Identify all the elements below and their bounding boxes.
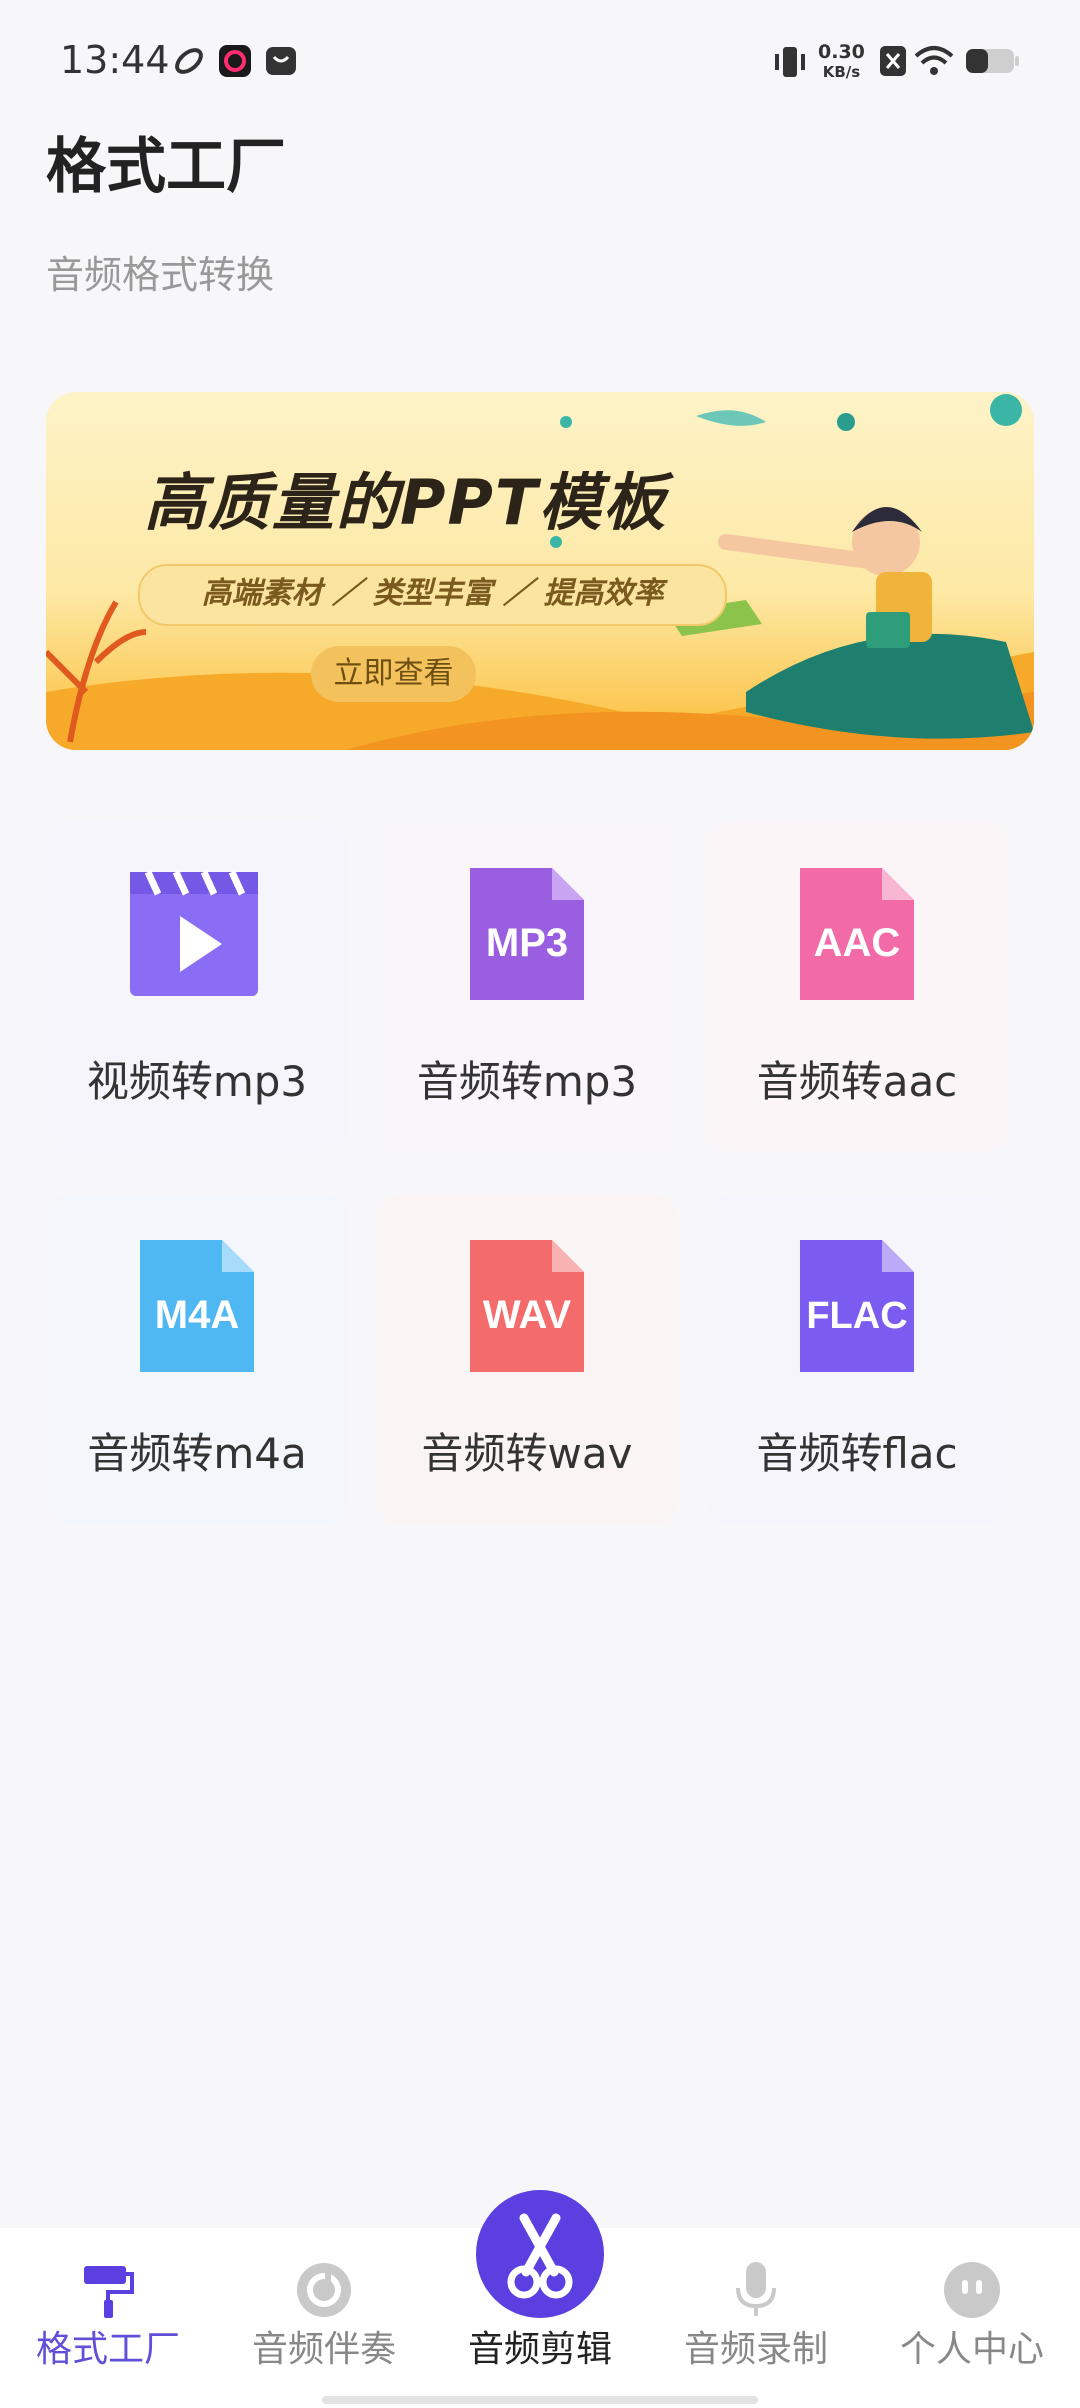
svg-text:M4A: M4A (155, 1293, 239, 1337)
aac-file-icon: AAC (800, 868, 914, 1000)
svg-text:FLAC: FLAC (806, 1295, 907, 1337)
wav-file-icon: WAV (470, 1240, 584, 1372)
music-disc-icon (297, 2263, 351, 2317)
status-time: 13:44 (60, 38, 170, 82)
nav-item-accompaniment[interactable]: 音频伴奏 (216, 2228, 432, 2408)
m4a-file-icon: M4A (140, 1240, 254, 1372)
svg-text:AAC: AAC (814, 921, 901, 965)
svg-text:WAV: WAV (483, 1293, 571, 1337)
nav-label: 音频剪辑 (467, 2329, 612, 2370)
tool-card-audio-to-m4a[interactable]: M4A 音频转m4a (46, 1194, 348, 1524)
nav-item-audio-record[interactable]: 音频录制 (648, 2228, 864, 2408)
scissors-icon (507, 2213, 573, 2299)
nav-label: 音频录制 (683, 2329, 828, 2370)
wifi-icon (914, 46, 954, 75)
tool-card-video-to-mp3[interactable]: 视频转mp3 (46, 822, 348, 1152)
tool-label: 音频转m4a (87, 1429, 307, 1478)
tool-label: 音频转aac (756, 1057, 958, 1106)
svg-text:MP3: MP3 (486, 921, 568, 965)
mp3-file-icon: MP3 (470, 868, 584, 1000)
nav-label: 个人中心 (899, 2329, 1044, 2370)
flac-file-icon: FLAC (800, 1240, 914, 1372)
paint-roller-icon (84, 2266, 134, 2318)
face-icon (944, 2262, 1000, 2318)
tool-label: 音频转wav (421, 1429, 633, 1478)
nav-item-profile[interactable]: 个人中心 (864, 2228, 1080, 2408)
tool-card-audio-to-mp3[interactable]: MP3 音频转mp3 (376, 822, 678, 1152)
battery-icon (966, 49, 1019, 73)
microphone-icon (736, 2262, 776, 2316)
page-subtitle: 音频格式转换 (46, 253, 275, 297)
nav-label: 音频伴奏 (251, 2329, 396, 2370)
banner-title: 高质量的PPT模板 (144, 466, 668, 539)
page-title: 格式工厂 (46, 132, 286, 202)
link-icon (175, 48, 203, 74)
video-clapper-icon (130, 870, 258, 996)
network-speed-unit: KB/s (822, 63, 861, 81)
tool-card-audio-to-aac[interactable]: AAC 音频转aac (706, 822, 1008, 1152)
banner-tagline: 高端素材 ／ 类型丰富 ／ 提高效率 (138, 564, 727, 626)
status-bar: 13:44 0.30 KB/s (0, 0, 1080, 120)
audio-edit-center-button[interactable] (476, 2190, 604, 2318)
no-sim-icon (880, 46, 906, 76)
nav-item-format-factory[interactable]: 格式工厂 (0, 2228, 216, 2408)
banner-view-button[interactable]: 立即查看 (311, 646, 476, 702)
promo-banner[interactable]: 高质量的PPT模板 高端素材 ／ 类型丰富 ／ 提高效率 立即查看 (46, 392, 1034, 750)
tool-label: 音频转flac (756, 1429, 958, 1478)
tool-label: 音频转mp3 (416, 1057, 638, 1106)
music-app-icon (219, 45, 251, 77)
network-speed-value: 0.30 (818, 41, 865, 63)
network-speed: 0.30 KB/s (818, 42, 865, 82)
shopping-bag-icon (266, 47, 296, 75)
home-indicator (322, 2396, 758, 2404)
tool-label: 视频转mp3 (86, 1057, 308, 1106)
vibrate-icon (775, 47, 805, 77)
nav-label: 格式工厂 (35, 2329, 180, 2370)
tool-card-audio-to-flac[interactable]: FLAC 音频转flac (706, 1194, 1008, 1524)
tool-card-audio-to-wav[interactable]: WAV 音频转wav (376, 1194, 678, 1524)
